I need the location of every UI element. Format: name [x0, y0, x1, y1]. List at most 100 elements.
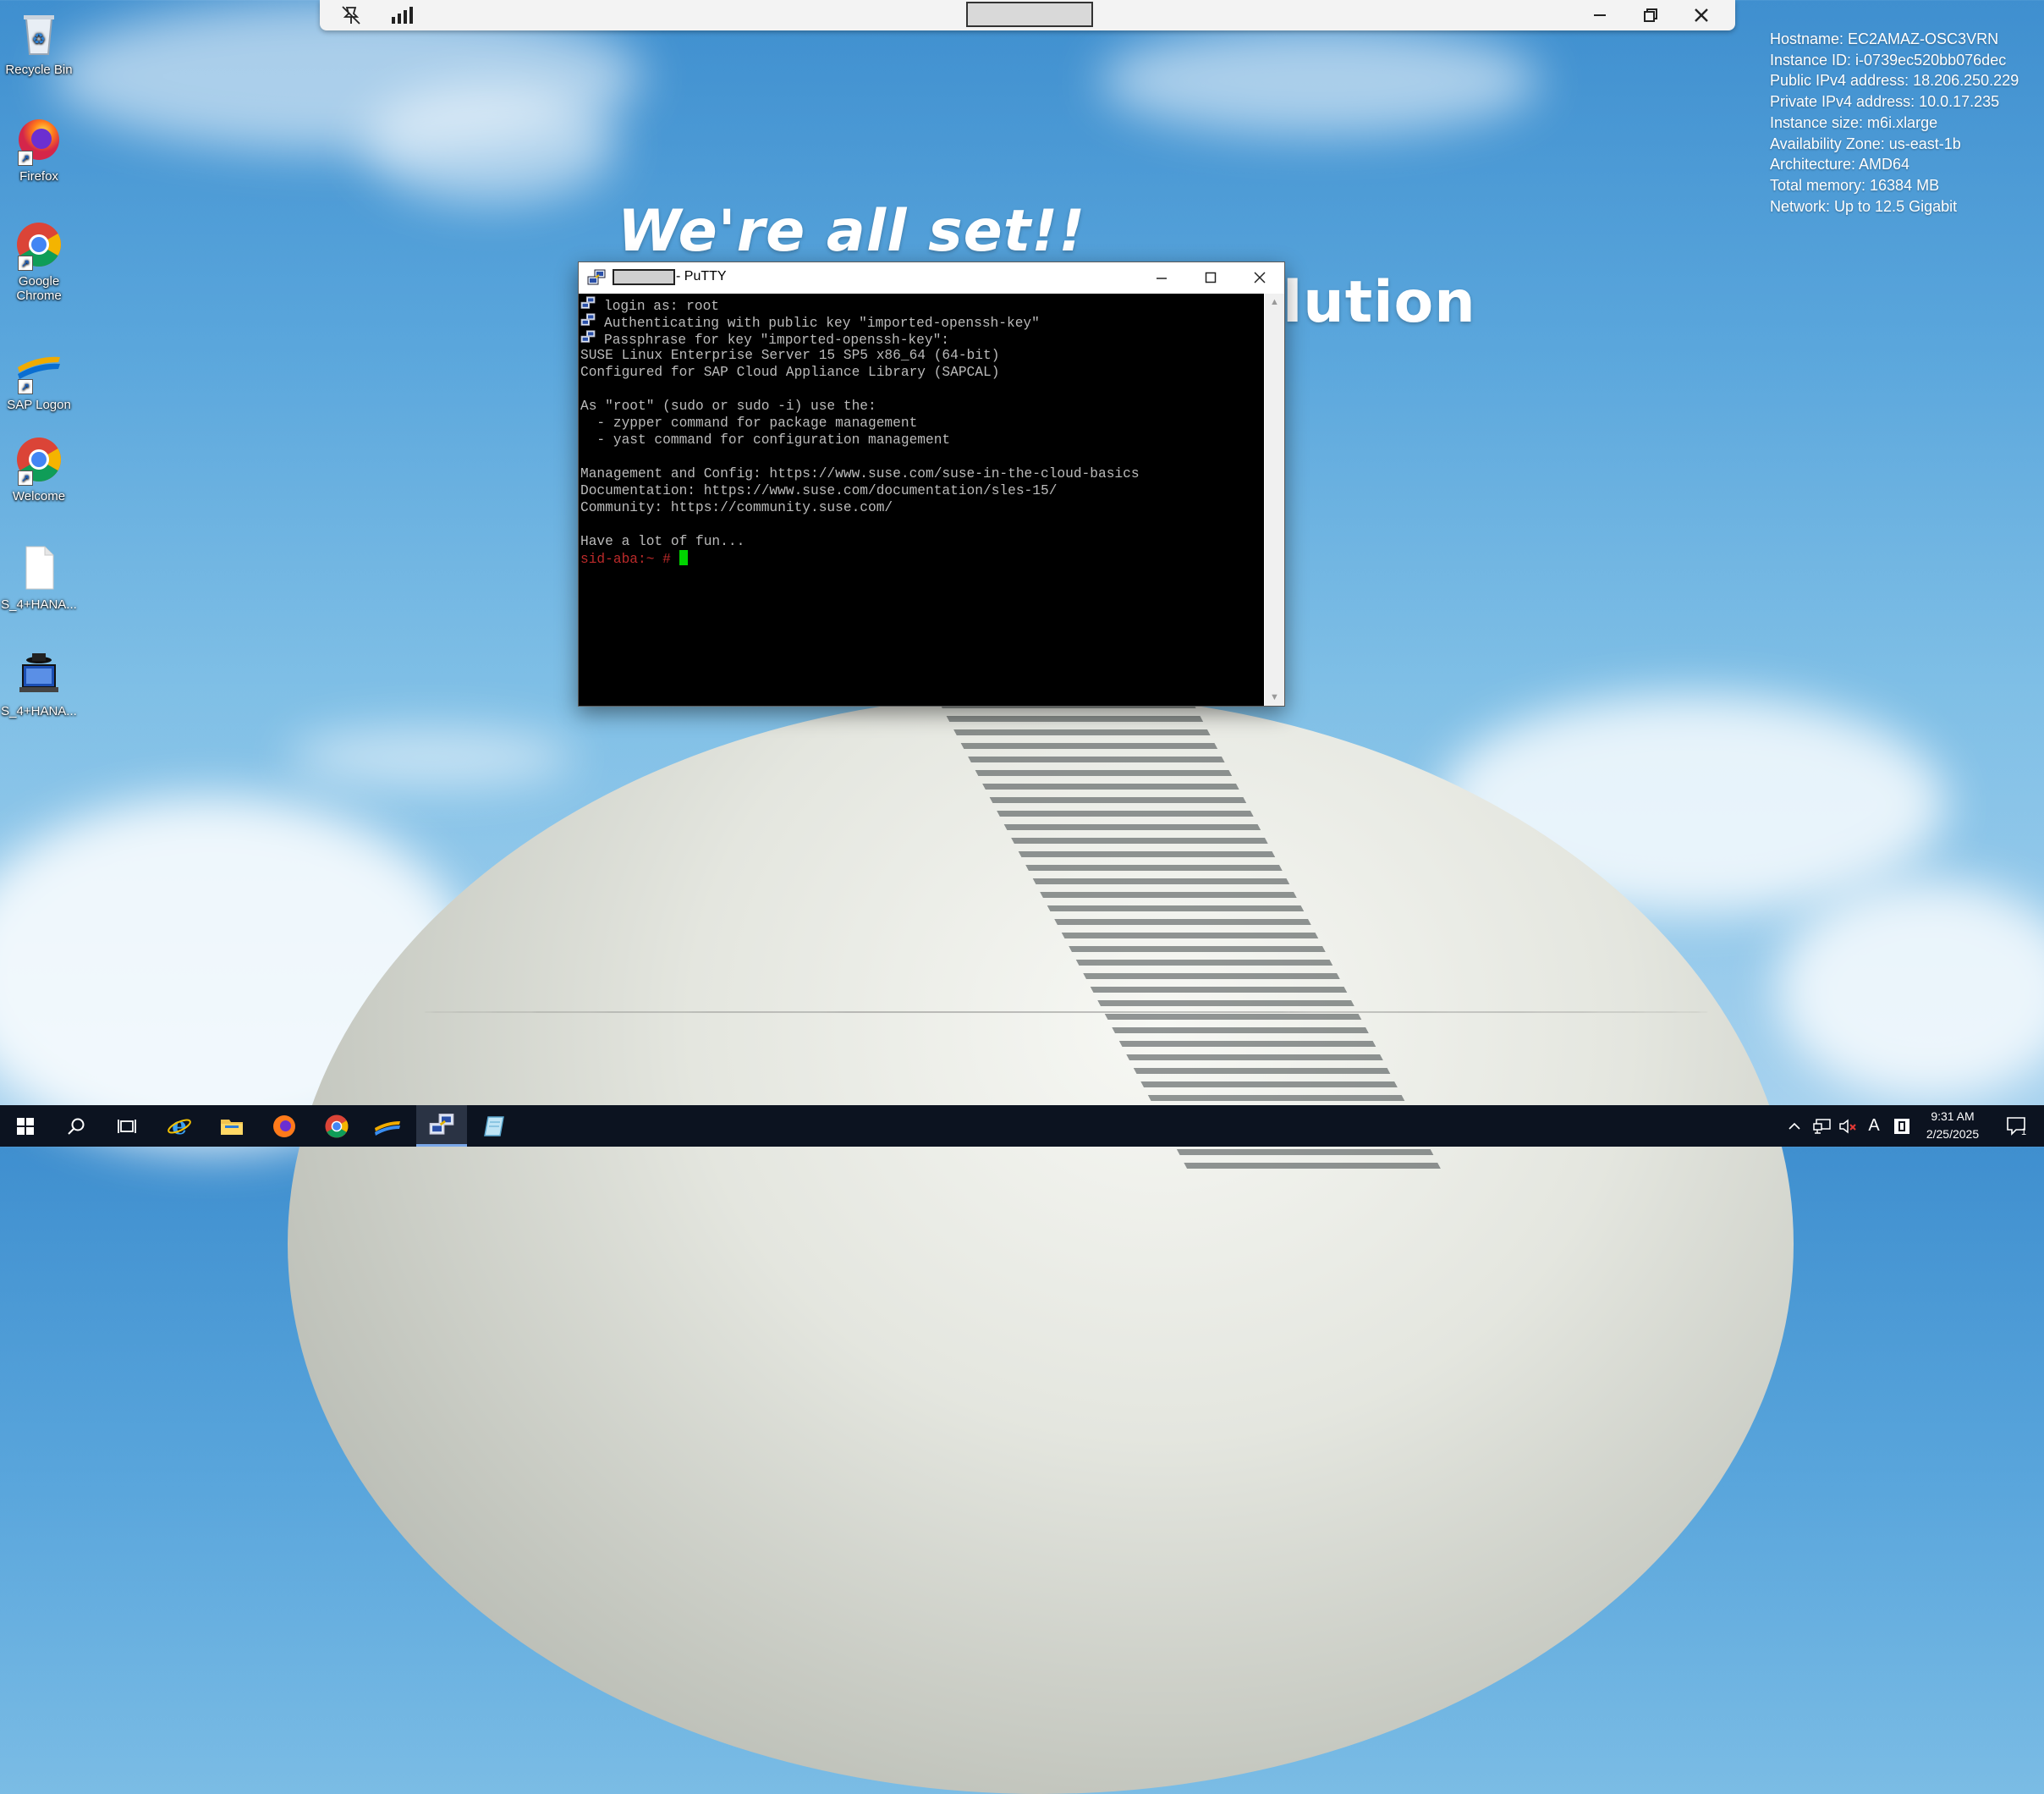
volume-muted-icon	[1839, 1118, 1856, 1134]
desktop-icon-google-chrome[interactable]: ↗ Google Chrome	[0, 218, 78, 303]
shortcut-arrow-icon: ↗	[18, 471, 33, 486]
sysinfo-availability-zone: Availability Zone: us-east-1b	[1770, 135, 1961, 152]
taskbar-file-explorer[interactable]	[206, 1105, 257, 1147]
terminal-line: As "root" (sudo or sudo -i) use the:	[580, 398, 1264, 415]
firefox-icon: ↗	[13, 113, 65, 166]
internet-explorer-icon: e	[168, 1114, 191, 1139]
taskbar-firefox[interactable]	[259, 1105, 310, 1147]
terminal-line: Have a lot of fun...	[580, 533, 1264, 550]
remote-desktop-connection-bar	[320, 0, 1735, 30]
terminal-line: SUSE Linux Enterprise Server 15 SP5 x86_…	[580, 347, 1264, 364]
restore-icon[interactable]	[1629, 0, 1672, 30]
connection-title-redacted	[966, 2, 1093, 27]
signal-strength-icon[interactable]	[381, 0, 423, 30]
taskbar-chrome[interactable]	[311, 1105, 362, 1147]
cloud	[288, 728, 575, 787]
ime-tray-button[interactable]	[1890, 1105, 1914, 1147]
task-view-icon	[118, 1119, 136, 1133]
wallpaper-headline: We're all set!!	[618, 198, 1086, 265]
putty-title-bar[interactable]: - PuTTY	[579, 262, 1284, 293]
close-icon[interactable]	[1680, 0, 1723, 30]
sysinfo-hostname: Hostname: EC2AMAZ-OSC3VRN	[1770, 30, 1999, 47]
recycle-bin-icon: ♻	[13, 7, 65, 59]
taskbar: e A 9:31 AM 2/25/2025 1	[0, 1105, 2044, 1147]
desktop-icon-sap-logon[interactable]: ↗ SAP Logon	[0, 342, 78, 412]
desktop-icon-label: Google Chrome	[16, 274, 62, 303]
terminal-line: login as: root	[580, 296, 1264, 314]
terminal-line-text: Community: https://community.suse.com/	[580, 500, 893, 515]
terminal-line: - zypper command for package management	[580, 415, 1264, 432]
clock-time: 9:31 AM	[1931, 1109, 1975, 1123]
desktop-icon-recycle-bin[interactable]: ♻ Recycle Bin	[0, 7, 78, 77]
svg-text:e: e	[172, 1114, 187, 1139]
desktop-icon-firefox[interactable]: ↗ Firefox	[0, 113, 78, 184]
shortcut-arrow-icon: ↗	[18, 379, 33, 394]
maximize-icon	[1205, 272, 1217, 283]
volume-tray-button[interactable]	[1836, 1105, 1860, 1147]
maximize-button[interactable]	[1186, 262, 1235, 293]
scroll-up-icon[interactable]: ▲	[1265, 294, 1284, 311]
pin-icon[interactable]	[330, 0, 372, 30]
search-button[interactable]	[51, 1105, 102, 1147]
input-language-icon[interactable]: A	[1863, 1105, 1885, 1147]
close-icon	[1254, 272, 1266, 283]
taskbar-hana-studio[interactable]	[469, 1105, 519, 1147]
sysinfo-total-memory: Total memory: 16384 MB	[1770, 176, 1940, 194]
minimize-button[interactable]	[1137, 262, 1186, 293]
task-view-button[interactable]	[102, 1105, 152, 1147]
minimize-icon	[1157, 278, 1167, 279]
terminal-scrollbar[interactable]: ▲ ▼	[1265, 294, 1284, 706]
sysinfo-architecture: Architecture: AMD64	[1770, 156, 1910, 173]
terminal-line-text: - zypper command for package management	[580, 415, 918, 431]
cloud	[364, 85, 618, 203]
terminal-prompt-line[interactable]: sid-aba:~ #	[580, 550, 1264, 567]
desktop-icon-label: Welcome	[12, 489, 66, 504]
close-button[interactable]	[1235, 262, 1284, 293]
sysinfo-private-ip: Private IPv4 address: 10.0.17.235	[1770, 93, 2000, 111]
desktop-icon-welcome[interactable]: ↗ Welcome	[0, 433, 78, 504]
sysinfo-instance-size: Instance size: m6i.xlarge	[1770, 113, 1938, 131]
shortcut-arrow-icon: ↗	[18, 151, 33, 166]
terminal-line-text: Configured for SAP Cloud Appliance Libra…	[580, 365, 1000, 380]
minimize-icon[interactable]	[1579, 0, 1621, 30]
putty-icon	[587, 269, 606, 286]
taskbar-internet-explorer[interactable]: e	[154, 1105, 205, 1147]
terminal-line-text: SUSE Linux Enterprise Server 15 SP5 x86_…	[580, 348, 1000, 363]
sysinfo-public-ip: Public IPv4 address: 18.206.250.229	[1770, 72, 2019, 90]
action-center-button[interactable]: 1	[2000, 1105, 2034, 1147]
svg-text:♻: ♻	[32, 30, 46, 48]
terminal-line-text: Management and Config: https://www.suse.…	[580, 466, 1140, 482]
instance-info-overlay: Hostname: EC2AMAZ-OSC3VRN Instance ID: i…	[1770, 29, 2019, 217]
network-icon	[1813, 1118, 1831, 1134]
start-button[interactable]	[0, 1105, 51, 1147]
scroll-down-icon[interactable]: ▼	[1265, 689, 1284, 706]
ime-icon	[1894, 1118, 1909, 1134]
folder-icon	[221, 1119, 243, 1135]
terminal-line-text: Documentation: https://www.suse.com/docu…	[580, 483, 1058, 498]
desktop-icon-s4hana-document[interactable]: S_4+HANA...	[0, 542, 78, 612]
desktop-icon-s4hana-sapgui[interactable]: S_4+HANA...	[0, 648, 78, 718]
chevron-up-icon	[1788, 1122, 1800, 1130]
taskbar-putty[interactable]	[416, 1105, 467, 1147]
taskbar-sap-logon[interactable]	[362, 1105, 413, 1147]
taskbar-clock[interactable]: 9:31 AM 2/25/2025	[1919, 1108, 1986, 1143]
shortcut-arrow-icon: ↗	[18, 256, 33, 271]
desktop-icon-label: Firefox	[19, 169, 58, 184]
terminal-output[interactable]: login as: root Authenticating with public…	[579, 294, 1264, 706]
show-hidden-icons-button[interactable]	[1783, 1105, 1805, 1147]
putty-icon	[429, 1114, 454, 1135]
terminal-line: - yast command for configuration managem…	[580, 432, 1264, 448]
desktop-icon-label: SAP Logon	[7, 398, 71, 412]
putty-window: - PuTTY login as: root Authenticating wit…	[578, 261, 1285, 707]
terminal-line: Management and Config: https://www.suse.…	[580, 465, 1264, 482]
clock-date: 2/25/2025	[1926, 1127, 1980, 1141]
terminal-line-text: login as: root	[604, 299, 719, 314]
terminal-line-text: Passphrase for key "imported-openssh-key…	[604, 333, 949, 348]
notification-icon: 1	[2007, 1116, 2026, 1136]
network-tray-button[interactable]	[1810, 1105, 1834, 1147]
sysinfo-instance-id: Instance ID: i-0739ec520bb076dec	[1770, 51, 2007, 69]
cloud	[1100, 25, 1540, 135]
terminal-line-text: As "root" (sudo or sudo -i) use the:	[580, 399, 876, 414]
